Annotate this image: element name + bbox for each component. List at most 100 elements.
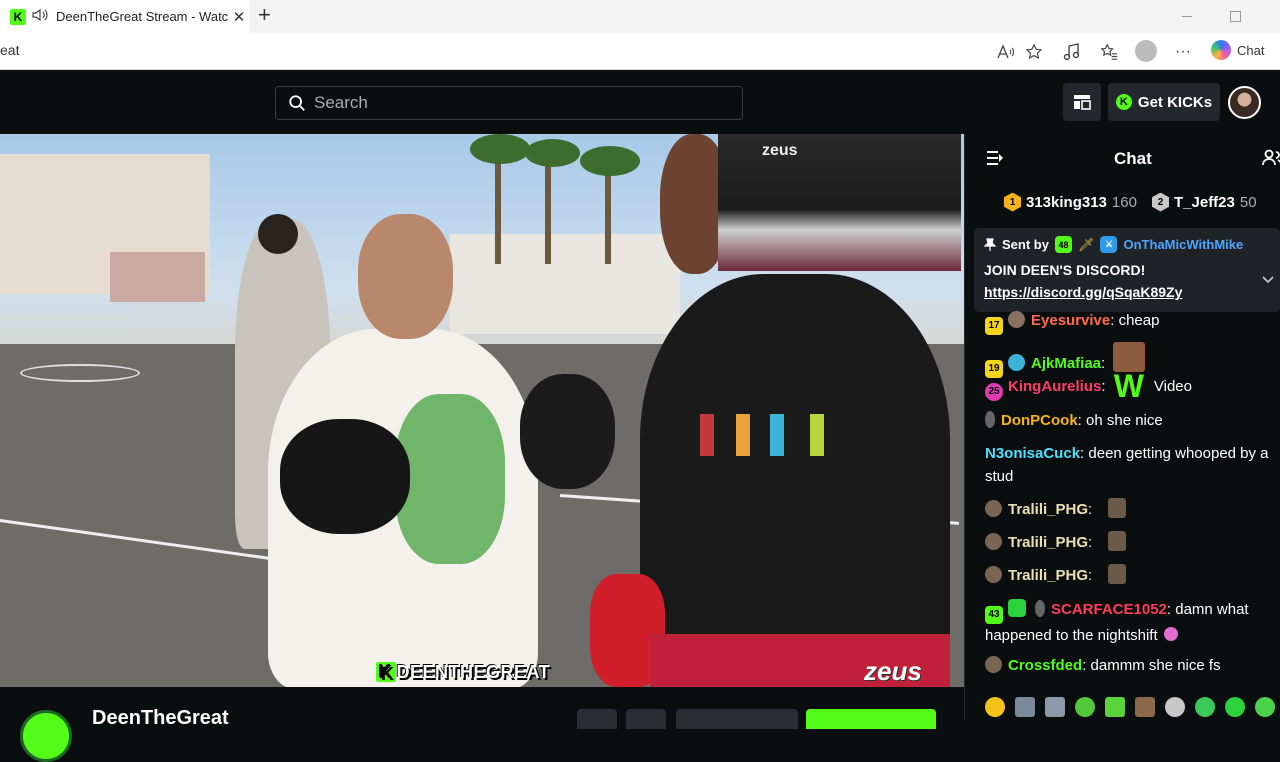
woman-face <box>358 214 453 339</box>
chat-username[interactable]: N3onisaCuck <box>985 445 1080 462</box>
minimize-icon[interactable] <box>1164 0 1210 33</box>
emote-icon[interactable] <box>1045 697 1065 717</box>
new-tab-icon[interactable]: + <box>258 2 271 28</box>
moderator-badge-icon: ⚔ <box>1100 236 1118 253</box>
channel-name[interactable]: DeenTheGreat <box>92 707 229 730</box>
user-badge-icon <box>985 656 1002 673</box>
palm-leaves <box>470 134 530 164</box>
discord-link[interactable]: https://discord.gg/qSqaK89Zy <box>984 284 1270 300</box>
emote-icon <box>1108 498 1127 518</box>
webcam-watermark: zeus <box>762 142 798 159</box>
chat-message: Crossfded: dammm she nice fs <box>985 654 1277 677</box>
emote-quick-row <box>985 697 1275 717</box>
chat-username[interactable]: DonPCook <box>1001 412 1078 429</box>
chat-text: : <box>1101 378 1106 395</box>
subscriber-badge: 43 <box>985 605 1003 624</box>
chat-username[interactable]: KingAurelius <box>1008 378 1101 395</box>
site-header: Search K Get KICKs <box>0 71 1280 134</box>
pinned-sender[interactable]: OnThaMicWithMike <box>1123 237 1243 252</box>
dashboard-button[interactable] <box>1063 83 1101 121</box>
favorites-list-icon[interactable] <box>1097 40 1121 64</box>
more-menu-icon[interactable]: ··· <box>1171 40 1195 64</box>
tank-logo-text <box>700 404 860 475</box>
copilot-icon <box>1211 40 1231 60</box>
user-badge-icon <box>1008 354 1025 371</box>
chat-username[interactable]: Tralili_PHG <box>1008 567 1088 584</box>
chat-username[interactable]: Eyesurvive <box>1031 312 1110 329</box>
channel-action-button[interactable] <box>676 709 798 729</box>
address-text[interactable]: eat <box>0 42 19 58</box>
chat-text-after: Video <box>1153 378 1192 395</box>
shirt-graphic <box>395 394 505 564</box>
man-tank-top <box>640 274 950 687</box>
leaderboard-entry[interactable]: 1 313king313 160 <box>1004 192 1137 212</box>
chat-text: : <box>1088 534 1093 551</box>
get-kicks-button[interactable]: K Get KICKs <box>1108 83 1220 121</box>
chat-username[interactable]: Crossfded <box>1008 657 1082 674</box>
chat-message: DonPCook: oh she nice <box>985 409 1277 432</box>
subscriber-badge: 25 <box>985 382 1003 401</box>
user-avatar[interactable] <box>1228 86 1261 119</box>
emote-icon[interactable] <box>1075 697 1095 717</box>
emote-icon[interactable] <box>1255 697 1275 717</box>
search-input[interactable]: Search <box>275 86 743 120</box>
rank-badge: 1 <box>1004 192 1021 212</box>
webcam-overlay: zeus <box>718 134 961 271</box>
chat-message: 17 Eyesurvive: cheap <box>985 309 1277 335</box>
pinned-message[interactable]: Sent by 48 🗡 ⚔ OnThaMicWithMike JOIN DEE… <box>974 228 1280 312</box>
emote-icon[interactable] <box>1225 697 1245 717</box>
pinned-text: JOIN DEEN'S DISCORD! <box>984 262 1146 278</box>
collapse-chat-icon[interactable] <box>986 150 1004 168</box>
emote-icon <box>1108 531 1127 551</box>
chat-username[interactable]: AjkMafiaa <box>1031 355 1101 372</box>
emote-icon[interactable] <box>1165 697 1185 717</box>
user-badge-icon <box>985 500 1002 517</box>
w-emote: W <box>1113 368 1144 404</box>
chat-message: Tralili_PHG: <box>985 564 1277 587</box>
overlay-name-text: DEENTHEGREAT <box>396 662 551 682</box>
read-aloud-icon[interactable] <box>994 40 1018 64</box>
rank-badge: 2 <box>1152 192 1169 212</box>
leader-name: 313king313 <box>1026 193 1107 211</box>
chat-users-icon[interactable] <box>1262 148 1280 168</box>
emote-icon <box>1163 626 1178 641</box>
leaderboard-entry[interactable]: 2 T_Jeff23 50 <box>1152 192 1257 212</box>
channel-avatar[interactable] <box>20 710 72 762</box>
user-badge-icon <box>1035 600 1045 617</box>
browser-profile-avatar[interactable] <box>1135 40 1157 62</box>
stream-overlay-name: K DEENTHEGREAT <box>376 662 550 683</box>
favorite-star-icon[interactable] <box>1022 40 1046 64</box>
storefront <box>110 252 205 302</box>
emote-icon[interactable] <box>1195 697 1215 717</box>
kicks-coin-icon: K <box>1115 94 1132 110</box>
maximize-icon[interactable] <box>1212 0 1258 33</box>
chat-message: N3onisaCuck: deen getting whooped by a s… <box>985 442 1277 488</box>
emote-icon[interactable] <box>1105 697 1125 717</box>
tab-title: DeenTheGreat Stream - Watch <box>56 9 228 24</box>
leader-name: T_Jeff23 <box>1174 193 1235 211</box>
court-circle <box>20 364 140 382</box>
channel-action-button[interactable] <box>577 709 617 729</box>
chat-message: 25 KingAurelius: W Video <box>985 370 1277 402</box>
subscriber-badge: 48 <box>1054 236 1072 253</box>
channel-action-button[interactable] <box>626 709 666 729</box>
sword-badge-icon: 🗡 <box>1077 236 1095 252</box>
user-badge-icon <box>1008 311 1025 328</box>
emote-icon[interactable] <box>1135 697 1155 717</box>
follow-button[interactable] <box>806 709 936 729</box>
boxing-glove-left <box>280 419 410 534</box>
browser-tab-bar: K DeenTheGreat Stream - Watch ✕ + <box>0 0 1280 33</box>
chat-message: Tralili_PHG: <box>985 531 1277 554</box>
media-music-icon[interactable] <box>1060 40 1084 64</box>
chat-username[interactable]: Tralili_PHG <box>1008 501 1088 518</box>
chat-username[interactable]: SCARFACE1052 <box>1051 601 1167 618</box>
palm-leaves <box>525 139 580 167</box>
chat-username[interactable]: Tralili_PHG <box>1008 534 1088 551</box>
expand-chevron-icon[interactable] <box>1262 272 1274 287</box>
copilot-chat-button[interactable]: Chat <box>1211 40 1264 60</box>
emote-icon[interactable] <box>1015 697 1035 717</box>
emote-icon[interactable] <box>985 697 1005 717</box>
close-tab-icon[interactable]: ✕ <box>228 8 250 26</box>
speaker-icon[interactable] <box>32 8 48 25</box>
browser-tab[interactable]: K DeenTheGreat Stream - Watch ✕ <box>0 0 250 33</box>
